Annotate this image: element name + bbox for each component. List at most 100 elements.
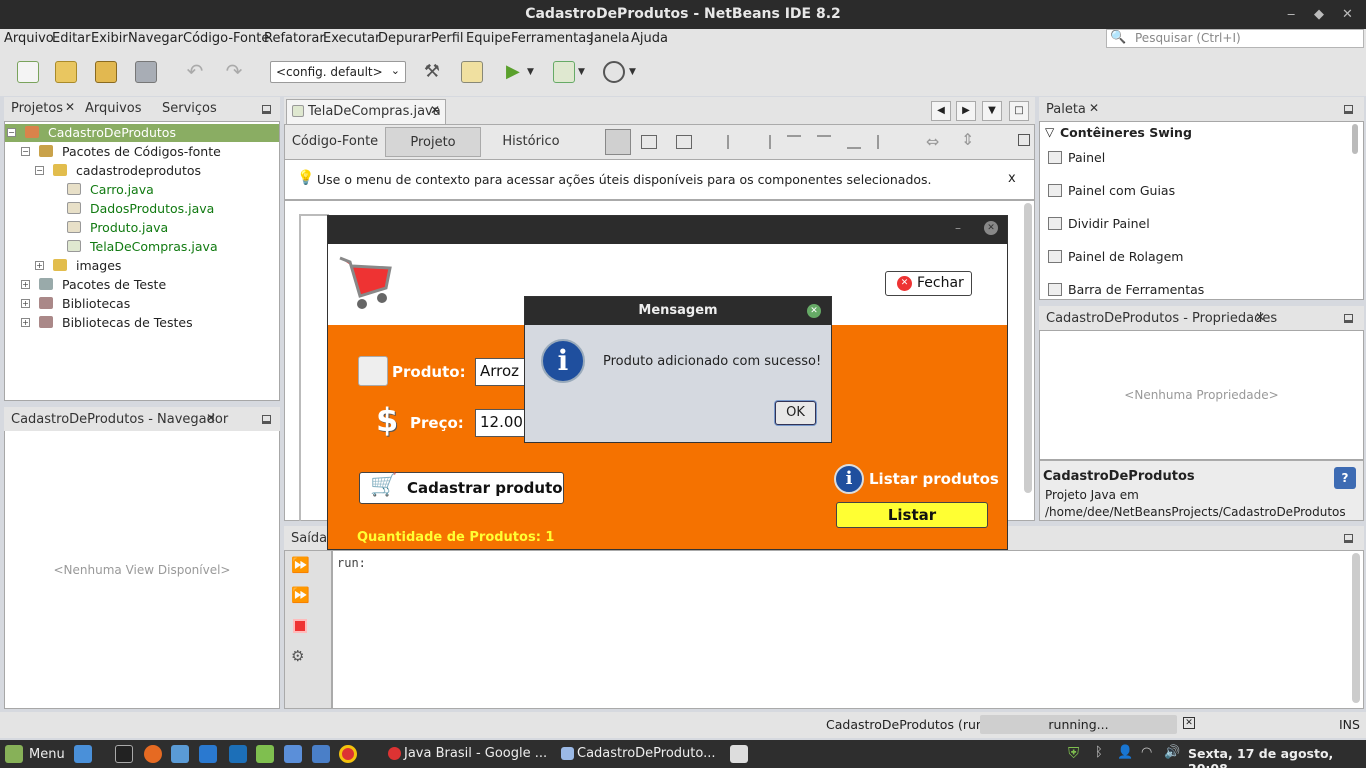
settings-icon[interactable]: ⚙	[291, 647, 304, 665]
tab-list-icon[interactable]: ▼	[982, 101, 1002, 121]
profile-icon[interactable]	[603, 61, 625, 83]
mint-logo-icon[interactable]	[5, 745, 23, 763]
build-hammer-icon[interactable]: ⚒	[421, 61, 443, 83]
resize-horizontal-icon[interactable]: ⇔	[926, 132, 939, 151]
selection-mode-icon[interactable]	[605, 129, 631, 155]
menu-perfil[interactable]: Perfil	[431, 31, 464, 46]
minimize-panel-icon[interactable]	[262, 105, 271, 114]
cancel-task-icon[interactable]: ✕	[1183, 717, 1195, 729]
profile-dropdown-icon[interactable]: ▼	[629, 61, 651, 83]
menu-equipe[interactable]: Equipe	[466, 31, 511, 46]
rerun-icon[interactable]: ⏩	[291, 556, 310, 574]
volume-icon[interactable]: 🔊	[1164, 745, 1180, 760]
tab-navigator[interactable]: CadastroDeProdutos - Navegador	[11, 412, 228, 427]
run-icon[interactable]: ▶	[506, 61, 528, 83]
files-icon[interactable]	[171, 745, 189, 763]
palette-item-painel-guias[interactable]: Painel com Guias	[1048, 183, 1175, 198]
resize-vertical-icon[interactable]: ⇕	[961, 130, 974, 149]
menu-depurar[interactable]: Depurar	[378, 31, 431, 46]
search-input[interactable]: 🔍 Pesquisar (Ctrl+I)	[1106, 29, 1364, 48]
app-minimize-icon[interactable]: –	[955, 221, 961, 235]
menu-arquivo[interactable]: Arquivo	[4, 31, 54, 46]
minimize-panel-icon[interactable]	[1344, 534, 1353, 543]
netbeans-icon[interactable]	[284, 745, 302, 763]
menu-refatorar[interactable]: Refatorar	[264, 31, 325, 46]
tree-package[interactable]: cadastrodeprodutos	[76, 163, 201, 178]
cadastrar-button[interactable]: 🛒 Cadastrar produto	[359, 472, 564, 504]
ok-button[interactable]: OK	[775, 401, 816, 425]
terminal-icon[interactable]	[115, 745, 133, 763]
tree-file-teladecompras[interactable]: TelaDeCompras.java	[90, 239, 218, 254]
tab-close-icon[interactable]: ✕	[206, 411, 216, 425]
tab-properties[interactable]: CadastroDeProdutos - Propriedades	[1046, 311, 1277, 326]
tab-close-icon[interactable]: ✕	[430, 103, 440, 117]
center-horizontal-icon[interactable]	[787, 135, 801, 149]
run-dropdown-icon[interactable]: ▼	[527, 61, 549, 83]
palette-item-dividir[interactable]: Dividir Painel	[1048, 216, 1150, 231]
undo-icon[interactable]: ↶	[184, 61, 206, 83]
scroll-right-icon[interactable]: ▶	[956, 101, 976, 121]
taskbar-window-netbeans[interactable]: CadastroDeProduto...	[577, 746, 716, 761]
scroll-left-icon[interactable]: ◀	[931, 101, 951, 121]
output-scrollbar[interactable]	[1352, 553, 1360, 703]
align-left-icon[interactable]	[727, 135, 741, 149]
new-file-icon[interactable]	[17, 61, 39, 83]
tree-file-dadosprodutos[interactable]: DadosProdutos.java	[90, 201, 214, 216]
wifi-icon[interactable]: ◠	[1141, 745, 1152, 760]
palette-scrollbar[interactable]	[1352, 124, 1358, 154]
minimize-panel-icon[interactable]	[1344, 105, 1353, 114]
taskbar-window-chrome[interactable]: Java Brasil - Google ...	[404, 746, 547, 761]
tree-test-packages[interactable]: Pacotes de Teste	[62, 277, 166, 292]
minimize-panel-icon[interactable]	[262, 415, 271, 424]
menu-button[interactable]: Menu	[29, 747, 65, 762]
menu-editar[interactable]: Editar	[52, 31, 91, 46]
menu-janela[interactable]: Janela	[590, 31, 630, 46]
menu-ajuda[interactable]: Ajuda	[631, 31, 668, 46]
palette-item-barra[interactable]: Barra de Ferramentas	[1048, 282, 1204, 297]
close-icon[interactable]: ✕	[1342, 0, 1353, 29]
bluetooth-icon[interactable]: ᛒ	[1095, 745, 1103, 760]
redo-icon[interactable]: ↷	[223, 61, 245, 83]
menu-ferramentas[interactable]: Ferramentas	[511, 31, 593, 46]
debug-dropdown-icon[interactable]: ▼	[578, 61, 600, 83]
new-project-icon[interactable]	[55, 61, 77, 83]
center-vertical-icon[interactable]	[877, 135, 891, 149]
tree-test-libraries[interactable]: Bibliotecas de Testes	[62, 315, 193, 330]
open-project-icon[interactable]	[95, 61, 117, 83]
tree-file-produto[interactable]: Produto.java	[90, 220, 168, 235]
vscode-icon[interactable]	[229, 745, 247, 763]
screenshot-icon[interactable]	[312, 745, 330, 763]
menu-exibir[interactable]: Exibir	[91, 31, 128, 46]
expand-icon[interactable]: +	[21, 280, 30, 289]
chrome-icon[interactable]	[339, 745, 357, 763]
menu-executar[interactable]: Executar	[323, 31, 380, 46]
tab-close-icon[interactable]: ✕	[1089, 101, 1099, 115]
clean-build-icon[interactable]	[461, 61, 483, 83]
palette-item-painel[interactable]: Painel	[1048, 150, 1105, 165]
tree-file-carro[interactable]: Carro.java	[90, 182, 154, 197]
config-select[interactable]: <config. default> ⌄	[270, 61, 406, 83]
shield-icon[interactable]: ⛨	[1068, 744, 1079, 762]
palette-toggle-icon[interactable]	[1018, 134, 1030, 146]
vertical-scrollbar[interactable]	[1024, 203, 1032, 493]
tab-arquivos[interactable]: Arquivos	[85, 101, 142, 116]
user-icon[interactable]: 👤	[1117, 745, 1133, 760]
minimize-panel-icon[interactable]	[1344, 314, 1353, 323]
collapse-category-icon[interactable]: ▽	[1045, 125, 1054, 139]
tree-project-root[interactable]: CadastroDeProdutos	[48, 125, 176, 140]
view-design[interactable]: Projeto	[385, 127, 481, 157]
maximize-icon[interactable]: □	[1009, 101, 1029, 121]
collapse-icon[interactable]: −	[21, 147, 30, 156]
connection-mode-icon[interactable]	[641, 135, 657, 149]
tab-palette[interactable]: Paleta	[1046, 102, 1086, 117]
view-source[interactable]: Código-Fonte	[285, 127, 385, 157]
save-all-icon[interactable]	[135, 61, 157, 83]
align-top-icon[interactable]	[817, 135, 831, 149]
collapse-icon[interactable]: −	[35, 166, 44, 175]
stop-icon[interactable]	[293, 619, 307, 633]
view-history[interactable]: Histórico	[481, 127, 581, 157]
tree-images[interactable]: images	[76, 258, 121, 273]
text-editor-icon[interactable]	[199, 745, 217, 763]
show-desktop-icon[interactable]	[74, 745, 92, 763]
tab-close-icon[interactable]: ✕	[1255, 310, 1265, 324]
